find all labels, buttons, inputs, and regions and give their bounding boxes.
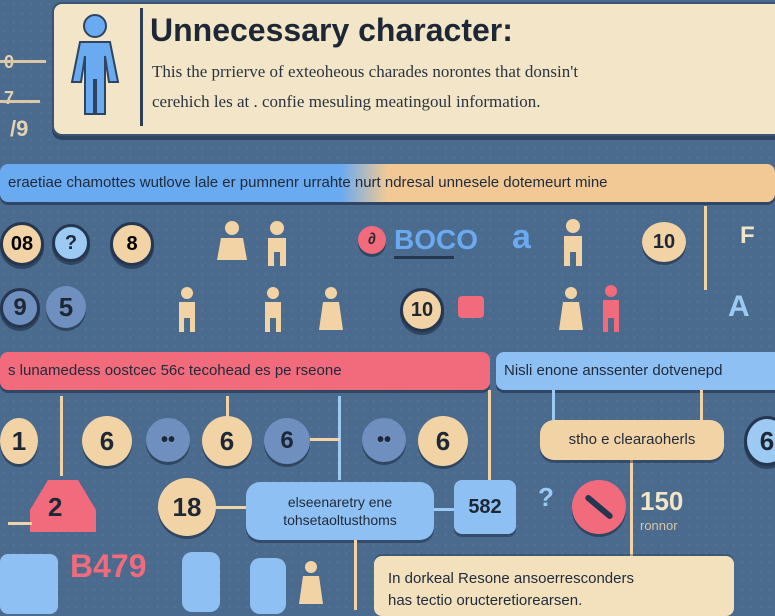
explanation-pill: elseenaretry ene tohsetaoltusthoms xyxy=(246,482,434,540)
circle-9: 9 xyxy=(0,288,40,328)
connector-h2 xyxy=(8,522,32,525)
code-sublabel: ronnor xyxy=(640,518,678,533)
figure-icon-5 xyxy=(265,287,281,332)
vertical-connector-r1 xyxy=(704,206,707,290)
side-line-2 xyxy=(0,100,40,103)
explanation-line-1: elseenaretry ene xyxy=(287,494,393,510)
letter-a: a xyxy=(512,218,531,256)
circle-6b: 6 xyxy=(202,416,252,466)
circle-8: 8 xyxy=(110,222,154,266)
circle-6c: 6 xyxy=(264,418,310,464)
connector-v8 xyxy=(354,540,357,610)
connector-h3 xyxy=(216,506,246,509)
header-divider xyxy=(140,8,143,126)
prohibited-icon xyxy=(572,480,626,534)
figure-icon-6 xyxy=(319,287,343,330)
circle-1: 1 xyxy=(0,418,38,464)
connector-v6 xyxy=(630,460,633,556)
big-number: B479 xyxy=(70,548,147,584)
side-glyph-mid: 7 xyxy=(4,88,15,108)
figure-icon-red xyxy=(603,285,619,332)
letter-f: F xyxy=(740,222,755,249)
connector-v7 xyxy=(700,390,703,420)
top-banner: eraetiae chamottes wutlove lale er pumne… xyxy=(0,164,775,202)
explanation-line-2: tohsetaoltusthoms xyxy=(283,512,397,528)
code-label: 150 xyxy=(640,486,684,516)
circle-question: ? xyxy=(52,224,90,262)
connector-v2 xyxy=(226,396,229,416)
page-title: Unnecessary character: xyxy=(150,12,513,48)
connector-v4 xyxy=(488,390,491,482)
code-box-blue: 582 xyxy=(454,480,516,534)
red-mark: ∂ xyxy=(358,226,386,254)
definition-line-2: cerehich les at . confie mesuling meatin… xyxy=(152,92,541,111)
connector-v1 xyxy=(60,396,63,476)
blue-tile xyxy=(0,554,58,614)
blue-figure-1 xyxy=(182,552,220,612)
underline xyxy=(394,256,454,259)
figure-icon-2 xyxy=(268,221,286,266)
definition-line-1: This the prrierve of exteoheous charades… xyxy=(152,62,579,81)
circle-10: 10 xyxy=(642,222,686,262)
letters-boco: BOCO xyxy=(394,224,478,255)
circle-10b: 10 xyxy=(400,288,444,332)
circle-6d: 6 xyxy=(418,416,468,466)
characters-pill: stho e clearaoherls xyxy=(540,420,724,460)
circle-6a: 6 xyxy=(82,416,132,466)
red-shape xyxy=(458,296,484,318)
note-line-1: In dorkeal Resone ansoerresconders xyxy=(388,570,634,587)
connector-h4 xyxy=(434,508,454,511)
circle-5: 5 xyxy=(46,286,86,328)
figure-icon-4 xyxy=(179,287,195,332)
figure-icon-3 xyxy=(564,219,582,266)
circle-08: 08 xyxy=(0,222,44,266)
red-house-shape xyxy=(30,480,96,532)
connector-h1 xyxy=(310,438,340,441)
blue-figure-2 xyxy=(250,558,286,614)
circle-dots-1: •• xyxy=(146,418,190,462)
person-icon xyxy=(70,14,120,115)
side-glyph-low: /9 xyxy=(10,116,29,141)
connector-v5 xyxy=(552,390,555,420)
side-line-1 xyxy=(0,60,46,63)
figure-icon-7 xyxy=(559,287,583,330)
red-shape-number: 2 xyxy=(48,492,63,522)
letter-ab: A xyxy=(728,290,750,323)
figure-icon-8 xyxy=(299,561,323,604)
blue-banner: Nisli enone anssenter dotvenepd xyxy=(496,352,775,390)
circle-18: 18 xyxy=(158,478,216,536)
figure-icon-1 xyxy=(217,221,247,260)
circle-dots-2: •• xyxy=(362,418,406,462)
note-card: In dorkeal Resone ansoerresconders has t… xyxy=(374,556,734,616)
red-banner: s lunamedess oostcec 56c tecohead es pe … xyxy=(0,352,490,390)
small-glyph: ? xyxy=(538,482,554,512)
